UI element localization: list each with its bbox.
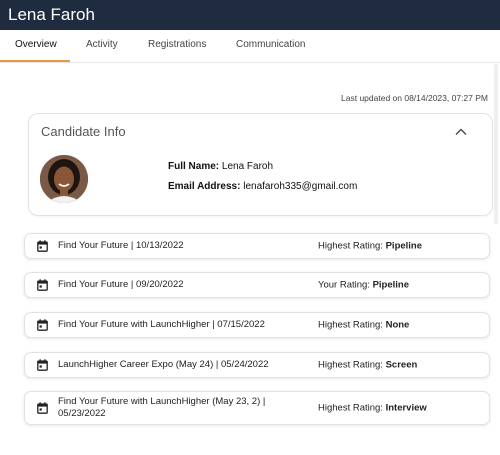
full-name-row: Full Name: Lena Faroh bbox=[168, 161, 273, 172]
event-rating: Your Rating: Pipeline bbox=[318, 280, 409, 291]
candidate-info-title: Candidate Info bbox=[41, 124, 126, 139]
last-updated-text: Last updated on 08/14/2023, 07:27 PM bbox=[341, 93, 488, 103]
email-label: Email Address: bbox=[168, 181, 241, 192]
event-title: Find Your Future with LaunchHigher (May … bbox=[58, 396, 266, 419]
event-card[interactable]: Find Your Future | 09/20/2022 Your Ratin… bbox=[24, 272, 490, 298]
rating-value: None bbox=[385, 319, 410, 331]
tab-registrations[interactable]: Registrations bbox=[148, 39, 206, 51]
tab-bar: Overview Activity Registrations Communic… bbox=[0, 30, 500, 63]
event-rating: Highest Rating: None bbox=[318, 320, 409, 331]
calendar-icon bbox=[37, 359, 48, 371]
event-title: LaunchHigher Career Expo (May 24) | 05/2… bbox=[58, 359, 269, 370]
event-card[interactable]: LaunchHigher Career Expo (May 24) | 05/2… bbox=[24, 352, 490, 378]
rating-label: Your Rating: bbox=[318, 279, 370, 291]
email-value: lenafaroh335@gmail.com bbox=[243, 181, 358, 192]
calendar-icon bbox=[37, 402, 48, 414]
chevron-up-icon[interactable] bbox=[454, 125, 468, 139]
active-tab-indicator bbox=[0, 60, 70, 62]
rating-label: Highest Rating: bbox=[318, 319, 383, 331]
candidate-info-card: Candidate Info Full Name: Lena Faroh Ema… bbox=[28, 113, 493, 216]
tab-communication[interactable]: Communication bbox=[236, 39, 305, 51]
rating-value: Pipeline bbox=[372, 279, 410, 291]
event-title: Find Your Future | 10/13/2022 bbox=[58, 240, 184, 251]
event-title: Find Your Future with LaunchHigher | 07/… bbox=[58, 319, 265, 330]
rating-label: Highest Rating: bbox=[318, 240, 383, 252]
candidate-name-title: Lena Faroh bbox=[8, 5, 95, 24]
event-card[interactable]: Find Your Future with LaunchHigher (May … bbox=[24, 391, 490, 425]
rating-value: Interview bbox=[385, 402, 427, 414]
event-rating: Highest Rating: Interview bbox=[318, 403, 427, 414]
event-rating: Highest Rating: Pipeline bbox=[318, 241, 422, 252]
rating-label: Highest Rating: bbox=[318, 359, 383, 371]
scrollbar[interactable] bbox=[494, 64, 498, 224]
rating-label: Highest Rating: bbox=[318, 402, 383, 414]
rating-value: Screen bbox=[385, 359, 418, 371]
tab-activity[interactable]: Activity bbox=[86, 39, 118, 51]
calendar-icon bbox=[37, 319, 48, 331]
calendar-icon bbox=[37, 240, 48, 252]
rating-value: Pipeline bbox=[385, 240, 423, 252]
event-rating: Highest Rating: Screen bbox=[318, 360, 417, 371]
avatar bbox=[40, 155, 88, 203]
email-row: Email Address: lenafaroh335@gmail.com bbox=[168, 181, 357, 192]
calendar-icon bbox=[37, 279, 48, 291]
event-title: Find Your Future | 09/20/2022 bbox=[58, 279, 184, 290]
full-name-value: Lena Faroh bbox=[221, 161, 274, 172]
top-bar: Lena Faroh bbox=[0, 0, 500, 30]
event-card[interactable]: Find Your Future | 10/13/2022 Highest Ra… bbox=[24, 233, 490, 259]
tab-overview[interactable]: Overview bbox=[15, 39, 57, 51]
event-card[interactable]: Find Your Future with LaunchHigher | 07/… bbox=[24, 312, 490, 338]
full-name-label: Full Name: bbox=[168, 161, 220, 172]
